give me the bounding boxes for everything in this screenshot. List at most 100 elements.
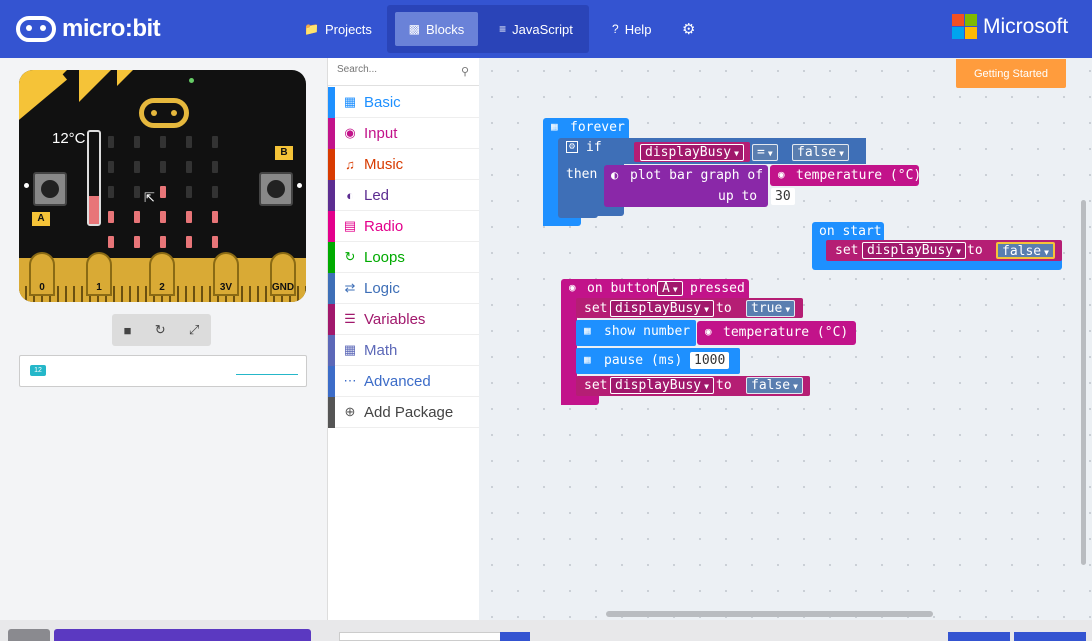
condition-value-dropdown[interactable]: false ▼ [792,144,849,161]
led-pixel [212,186,218,198]
toggle-icon: ◐ [611,168,619,182]
led-pixel [186,236,192,248]
category-label: Variables [364,310,426,328]
pause-value-input[interactable]: 1000 [690,352,730,369]
bottom-toggle-button[interactable] [8,629,50,641]
microbit-board[interactable]: 12°C A B ⇱ 0 1 2 3V GND [19,70,306,302]
input-icon: ◉ [344,125,356,140]
board-logo-icon[interactable] [139,98,189,128]
javascript-label: JavaScript [512,21,573,37]
workspace-vertical-scrollbar[interactable] [1081,200,1086,565]
javascript-mode-button[interactable]: ≡ JavaScript [490,12,582,46]
grid-icon: ▦ [551,120,558,133]
top-header: micro:bit 📁 Projects ▩ Blocks ≡ JavaScri… [0,0,1092,58]
on-start-label: on start [819,224,882,239]
loops-icon: ↻ [344,249,356,264]
led-pixel [108,161,114,173]
math-icon: ▦ [343,342,357,357]
led-pixel [212,211,218,223]
zoom-button[interactable] [1014,632,1086,641]
category-add-package[interactable]: ⊕ Add Package [328,396,480,428]
stop-icon[interactable]: ■ [124,323,132,338]
on-start-value-dropdown[interactable]: false ▼ [996,242,1055,259]
question-icon: ? [612,22,619,36]
category-label: Advanced [364,372,431,390]
pressed-label: pressed [690,281,745,296]
help-button[interactable]: ? Help [612,0,651,58]
category-math[interactable]: ▦ Math [328,334,480,366]
undo-button[interactable] [948,632,1010,641]
on-start-variable-dropdown[interactable]: displayBusy ▼ [862,242,966,259]
category-led[interactable]: ◐ Led [328,179,480,211]
settings-button[interactable]: ⚙ [682,0,695,58]
category-label: Radio [364,217,404,235]
category-music[interactable]: ♫ Music [328,148,480,180]
category-input[interactable]: ◉ Input [328,117,480,149]
category-variables[interactable]: ☰ Variables [328,303,480,335]
category-advanced[interactable]: ⋯ Advanced [328,365,480,397]
save-button[interactable] [500,632,530,641]
blocks-mode-button[interactable]: ▩ Blocks [395,12,478,46]
workspace-horizontal-scrollbar[interactable] [606,611,933,617]
search-icon[interactable]: ⚲ [461,65,469,78]
led-indicator [189,78,194,83]
download-button[interactable] [54,629,311,641]
pin-label: 2 [159,282,165,293]
led-pixel [134,161,140,173]
temperature-fill [89,196,99,224]
set-true-value-dropdown[interactable]: true ▼ [746,300,796,317]
set-label: set [584,301,608,316]
led-pixel [134,186,140,198]
microsoft-logo[interactable]: Microsoft [952,14,1068,39]
pin-label: 0 [39,282,45,293]
serial-console[interactable]: 12 [19,355,307,387]
forever-label: forever [570,120,625,135]
projects-label: Projects [324,21,372,37]
led-pixel [186,161,192,173]
simulator-panel: 12°C A B ⇱ 0 1 2 3V GND ■ ↻ ⤢ 12 [0,58,327,620]
gear-icon: ⚙ [682,21,696,38]
comparison-operator-dropdown[interactable]: = ▼ [752,144,778,161]
gear-icon[interactable]: ⚙ [566,141,578,153]
folder-icon: 📁 [304,22,319,36]
puzzle-icon: ▩ [408,22,421,36]
fullscreen-icon[interactable]: ⤢ [189,322,199,338]
target-icon: ◉ [569,281,576,294]
microbit-logo[interactable]: micro:bit [16,13,161,45]
led-pixel [186,136,192,148]
grid-icon: ▦ [584,353,591,366]
condition-variable-dropdown[interactable]: displayBusy ▼ [640,144,744,161]
button-b[interactable] [259,172,293,206]
set-false-value-dropdown[interactable]: false ▼ [746,377,803,394]
category-logic[interactable]: ⇄ Logic [328,272,480,304]
pause-label: pause (ms) [604,353,683,368]
led-pixel [186,186,192,198]
restart-icon[interactable]: ↻ [155,322,166,338]
category-label: Logic [364,279,400,297]
projects-button[interactable]: 📁 Projects [304,0,372,58]
align-left-icon: ≡ [499,22,507,36]
up-to-value-input[interactable]: 30 [771,188,795,205]
grid-icon: ▦ [584,324,591,337]
serial-graph-line [236,374,298,375]
on-button-label: on button [587,281,658,296]
blocks-label: Blocks [426,21,465,37]
simulator-controls: ■ ↻ ⤢ [112,314,211,346]
led-pixel [134,211,140,223]
temperature-slider[interactable] [87,130,101,226]
button-b-label: B [275,146,293,160]
to-label: to [716,301,732,316]
category-radio[interactable]: ▤ Radio [328,210,480,242]
set-false-variable-dropdown[interactable]: displayBusy ▼ [610,377,714,394]
category-basic[interactable]: ▦ Basic [328,86,480,118]
toolbox-search-input[interactable] [337,64,457,75]
led-pixel [212,161,218,173]
getting-started-button[interactable]: Getting Started [956,59,1066,88]
category-loops[interactable]: ↻ Loops [328,241,480,273]
button-a[interactable] [33,172,67,206]
button-selector-dropdown[interactable]: A ▼ [657,281,683,296]
serial-badge: 12 [30,365,46,376]
category-label: Add Package [364,403,454,421]
set-true-variable-dropdown[interactable]: displayBusy ▼ [610,300,714,317]
led-icon: ◐ [346,187,354,203]
